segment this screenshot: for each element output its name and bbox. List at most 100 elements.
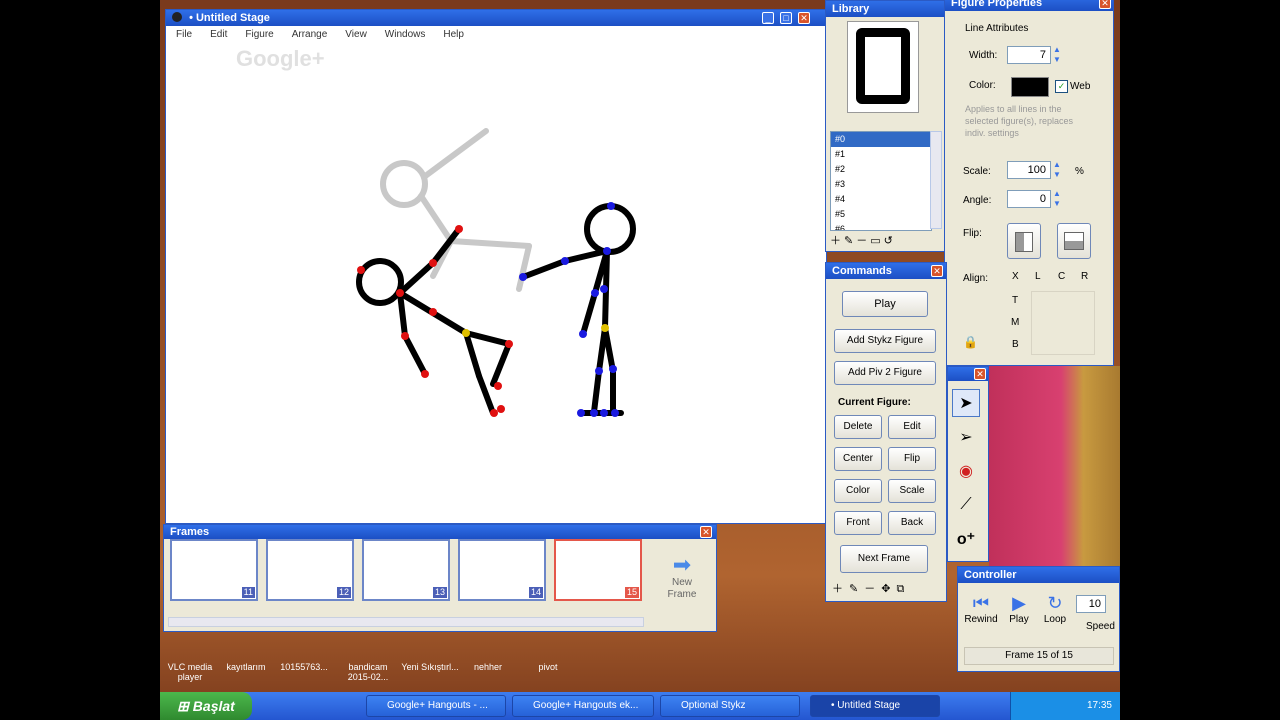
figure-properties-titlebar[interactable]: Figure Properties — [945, 0, 1113, 11]
close-button[interactable]: ✕ — [700, 526, 712, 538]
desktop-icon-nehher[interactable]: nehher — [458, 662, 518, 672]
speed-input[interactable]: 10 — [1076, 595, 1106, 613]
menu-file[interactable]: File — [176, 26, 192, 44]
desktop-icon-kayitlarim[interactable]: kayıtlarım — [216, 662, 276, 672]
library-list[interactable]: #0 #1 #2 #3 #4 #5 #6 — [830, 131, 932, 231]
stage-canvas[interactable] — [166, 44, 826, 524]
desktop-icon-vlc[interactable]: VLC media player — [160, 662, 220, 682]
align-left-button[interactable]: L — [1035, 271, 1041, 282]
taskbar-button-untitled-stage[interactable]: • Untitled Stage — [810, 695, 940, 717]
angle-input[interactable]: 0 — [1007, 190, 1051, 208]
delete-button[interactable]: Delete — [834, 415, 882, 439]
add-line-tool[interactable]: ⟋ — [952, 491, 980, 519]
direct-select-tool[interactable]: ➢ — [952, 423, 980, 451]
width-stepper[interactable]: ▲▼ — [1053, 45, 1063, 65]
back-button[interactable]: Back — [888, 511, 936, 535]
circle-plus-icon: o⁺ — [957, 529, 975, 549]
minimize-button[interactable]: _ — [762, 12, 774, 24]
add-piv-figure-button[interactable]: Add Piv 2 Figure — [834, 361, 936, 385]
library-item[interactable]: #6 — [831, 222, 931, 231]
library-item[interactable]: #1 — [831, 147, 931, 162]
close-button[interactable]: ✕ — [1099, 0, 1111, 9]
menu-help[interactable]: Help — [443, 26, 464, 44]
add-stykz-figure-button[interactable]: Add Stykz Figure — [834, 329, 936, 353]
library-item[interactable]: #4 — [831, 192, 931, 207]
frame-thumbnail[interactable]: 11 — [170, 539, 258, 601]
menu-view[interactable]: View — [345, 26, 367, 44]
new-frame-button[interactable]: ➡ New Frame — [654, 553, 710, 613]
frame-thumbnail[interactable]: 13 — [362, 539, 450, 601]
flip-horizontal-button[interactable] — [1007, 223, 1041, 259]
desktop-icon-bandicam[interactable]: bandicam 2015-02... — [338, 662, 398, 682]
desktop-icon-pivot[interactable]: pivot — [518, 662, 578, 672]
menu-edit[interactable]: Edit — [210, 26, 227, 44]
taskbar-button-hangouts-1[interactable]: Google+ Hangouts - ... — [366, 695, 506, 717]
desktop-icon-file[interactable]: 10155763... — [274, 662, 334, 672]
center-button[interactable]: Center — [834, 447, 882, 471]
front-button[interactable]: Front — [834, 511, 882, 535]
start-button[interactable]: ⊞ Başlat — [160, 692, 252, 720]
scale-button[interactable]: Scale — [888, 479, 936, 503]
align-middle-button[interactable]: M — [1011, 317, 1019, 328]
edit-button[interactable]: Edit — [888, 415, 936, 439]
frames-scrollbar[interactable] — [168, 617, 644, 627]
color-swatch[interactable] — [1011, 77, 1049, 97]
close-button[interactable]: ✕ — [798, 12, 810, 24]
library-item[interactable]: #3 — [831, 177, 931, 192]
library-titlebar[interactable]: Library — [826, 1, 946, 17]
flip-vertical-button[interactable] — [1057, 223, 1091, 259]
maximize-button[interactable]: □ — [780, 12, 792, 24]
menu-figure[interactable]: Figure — [245, 26, 273, 44]
flip-button[interactable]: Flip — [888, 447, 936, 471]
align-top-button[interactable]: T — [1012, 295, 1018, 306]
commands-titlebar[interactable]: Commands — [826, 263, 946, 279]
stage-titlebar[interactable]: • Untitled Stage — [166, 10, 826, 26]
taskbar-button-hangouts-2[interactable]: Google+ Hangouts ek... — [512, 695, 654, 717]
controller-titlebar[interactable]: Controller — [958, 567, 1119, 583]
frame-thumbnail[interactable]: 14 — [458, 539, 546, 601]
angle-stepper[interactable]: ▲▼ — [1053, 189, 1063, 209]
taskbar-button-optional-stykz[interactable]: Optional Stykz — [660, 695, 800, 717]
rewind-button[interactable]: ⏮ Rewind — [964, 593, 998, 625]
library-item[interactable]: #5 — [831, 207, 931, 222]
refresh-icon[interactable]: ↺ — [884, 233, 893, 249]
move-icon[interactable]: ✥ — [881, 581, 890, 597]
scale-input[interactable]: 100 — [1007, 161, 1051, 179]
commands-toolbar: ＋ ✎ － ✥ ⧉ — [832, 581, 942, 597]
frame-thumbnail-selected[interactable]: 15 — [554, 539, 642, 601]
lock-icon[interactable]: 🔒 — [963, 335, 978, 349]
play-button[interactable]: Play — [842, 291, 928, 317]
loop-button[interactable]: ↻ Loop — [1040, 593, 1070, 625]
close-button[interactable]: ✕ — [931, 265, 943, 277]
target-tool[interactable]: ◉ — [952, 457, 980, 485]
align-center-button[interactable]: C — [1058, 271, 1065, 282]
play-button[interactable]: ▶ Play — [1004, 593, 1034, 625]
align-right-button[interactable]: R — [1081, 271, 1088, 282]
menu-arrange[interactable]: Arrange — [292, 26, 328, 44]
frames-titlebar[interactable]: Frames — [164, 525, 716, 539]
folder-icon[interactable]: ▭ — [870, 233, 880, 249]
web-checkbox[interactable]: ✓ — [1055, 80, 1068, 93]
pencil-icon[interactable]: ✎ — [844, 233, 853, 249]
align-x-button[interactable]: X — [1012, 271, 1019, 282]
scale-stepper[interactable]: ▲▼ — [1053, 160, 1063, 180]
minus-icon[interactable]: － — [856, 233, 867, 249]
pencil-icon[interactable]: ✎ — [849, 581, 858, 597]
add-circle-tool[interactable]: o⁺ — [952, 525, 980, 553]
color-button[interactable]: Color — [834, 479, 882, 503]
menu-windows[interactable]: Windows — [385, 26, 426, 44]
desktop-icon-archive[interactable]: Yeni Sıkıştırl... — [400, 662, 460, 672]
library-item[interactable]: #2 — [831, 162, 931, 177]
library-item[interactable]: #0 — [831, 132, 931, 147]
minus-icon[interactable]: － — [864, 581, 875, 597]
add-icon[interactable]: ＋ — [830, 233, 841, 249]
library-scrollbar[interactable] — [930, 131, 942, 229]
frame-thumbnail[interactable]: 12 — [266, 539, 354, 601]
add-icon[interactable]: ＋ — [832, 581, 843, 597]
next-frame-button[interactable]: Next Frame — [840, 545, 928, 573]
close-button[interactable]: ✕ — [974, 368, 986, 380]
width-input[interactable]: 7 — [1007, 46, 1051, 64]
select-tool[interactable]: ➤ — [952, 389, 980, 417]
align-bottom-button[interactable]: B — [1012, 339, 1019, 350]
group-icon[interactable]: ⧉ — [896, 581, 904, 597]
